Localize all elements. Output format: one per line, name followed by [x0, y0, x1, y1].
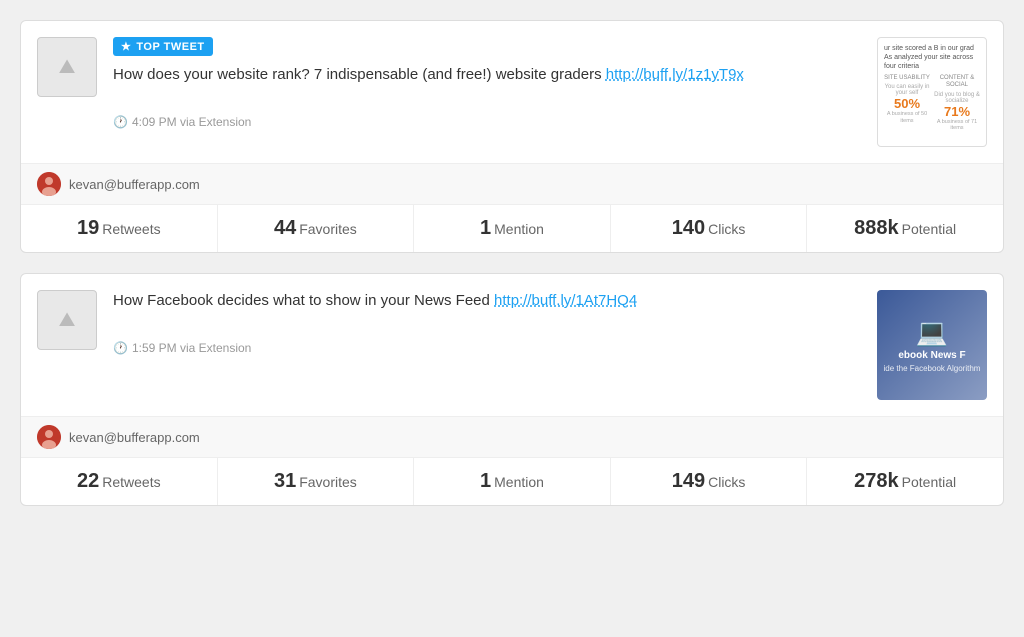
stat-number: 888k [854, 217, 899, 239]
stat-clicks: 149Clicks [611, 458, 808, 505]
stat-label: Potential [902, 474, 956, 490]
stat-label: Retweets [102, 474, 160, 490]
stat-label: Potential [902, 221, 956, 237]
image-icon: ⛰ [59, 309, 76, 332]
tweet-card-2: ⛰ How Facebook decides what to show in yo… [20, 273, 1004, 506]
avatar-image [37, 425, 61, 449]
tweet-content: How Facebook decides what to show in you… [113, 290, 861, 355]
stat-number: 1 [480, 217, 491, 239]
top-tweet-badge: ★ TOP TWEET [113, 37, 213, 56]
stat-label: Favorites [299, 474, 357, 490]
stat-mention: 1Mention [414, 458, 611, 505]
stat-favorites: 44Favorites [218, 205, 415, 252]
stat-label: Favorites [299, 221, 357, 237]
facebook-thumb-sub: ide the Facebook Algorithm [884, 364, 981, 374]
tweet-time: 🕐 4:09 PM via Extension [113, 115, 861, 129]
stat-retweets: 19Retweets [21, 205, 218, 252]
tweet-stats-row: 19Retweets44Favorites1Mention140Clicks88… [21, 204, 1003, 252]
grader-title: ur site scored a B in our gradAs analyze… [884, 44, 980, 71]
stat-label: Retweets [102, 221, 160, 237]
tweet-content: ★ TOP TWEET How does your website rank? 7… [113, 37, 861, 129]
stat-number: 278k [854, 470, 899, 492]
tweet-stats-row: 22Retweets31Favorites1Mention149Clicks27… [21, 457, 1003, 505]
grader-col-content: CONTENT & SOCIAL Did you to blog & socia… [934, 75, 980, 132]
stat-retweets: 22Retweets [21, 458, 218, 505]
facebook-thumbnail: 💻 ebook News F ide the Facebook Algorith… [877, 290, 987, 400]
stat-number: 44 [274, 217, 296, 239]
tweet-main-area: ⛰ ★ TOP TWEET How does your website rank? … [21, 21, 1003, 163]
stat-number: 1 [480, 470, 491, 492]
stat-number: 19 [77, 217, 99, 239]
stat-label: Clicks [708, 474, 745, 490]
stat-number: 149 [672, 470, 705, 492]
author-name: kevan@bufferapp.com [69, 177, 200, 192]
tweet-text: How Facebook decides what to show in you… [113, 290, 861, 313]
tweet-image-placeholder: ⛰ [37, 290, 97, 350]
tweet-author-bar: kevan@bufferapp.com [21, 163, 1003, 204]
stat-number: 22 [77, 470, 99, 492]
clock-icon: 🕐 [113, 115, 128, 129]
grader-thumbnail: ur site scored a B in our gradAs analyze… [877, 37, 987, 147]
grader-col-usability: SITE USABILITY You can easily in your se… [884, 75, 930, 132]
avatar [37, 172, 61, 196]
image-icon: ⛰ [59, 56, 76, 79]
stat-favorites: 31Favorites [218, 458, 415, 505]
stat-potential: 888kPotential [807, 205, 1003, 252]
stat-number: 140 [672, 217, 705, 239]
stat-label: Clicks [708, 221, 745, 237]
stat-clicks: 140Clicks [611, 205, 808, 252]
tweet-time: 🕐 1:59 PM via Extension [113, 341, 861, 355]
facebook-icon: 💻 [916, 317, 948, 348]
tweet-text: How does your website rank? 7 indispensa… [113, 64, 861, 87]
tweet-image-placeholder: ⛰ [37, 37, 97, 97]
tweet-main-area: ⛰ How Facebook decides what to show in yo… [21, 274, 1003, 416]
clock-icon: 🕐 [113, 341, 128, 355]
avatar-image [37, 172, 61, 196]
stat-mention: 1Mention [414, 205, 611, 252]
stat-number: 31 [274, 470, 296, 492]
tweet-card-1: ⛰ ★ TOP TWEET How does your website rank? … [20, 20, 1004, 253]
stat-label: Mention [494, 221, 544, 237]
avatar [37, 425, 61, 449]
tweet-link[interactable]: http://buff.ly/1z1yT9x [606, 66, 744, 83]
tweet-link[interactable]: http://buff.ly/1At7HQ4 [494, 292, 637, 309]
facebook-thumb-title: ebook News F [898, 350, 965, 362]
stat-label: Mention [494, 474, 544, 490]
tweet-author-bar: kevan@bufferapp.com [21, 416, 1003, 457]
star-icon: ★ [121, 40, 131, 53]
author-name: kevan@bufferapp.com [69, 430, 200, 445]
stat-potential: 278kPotential [807, 458, 1003, 505]
